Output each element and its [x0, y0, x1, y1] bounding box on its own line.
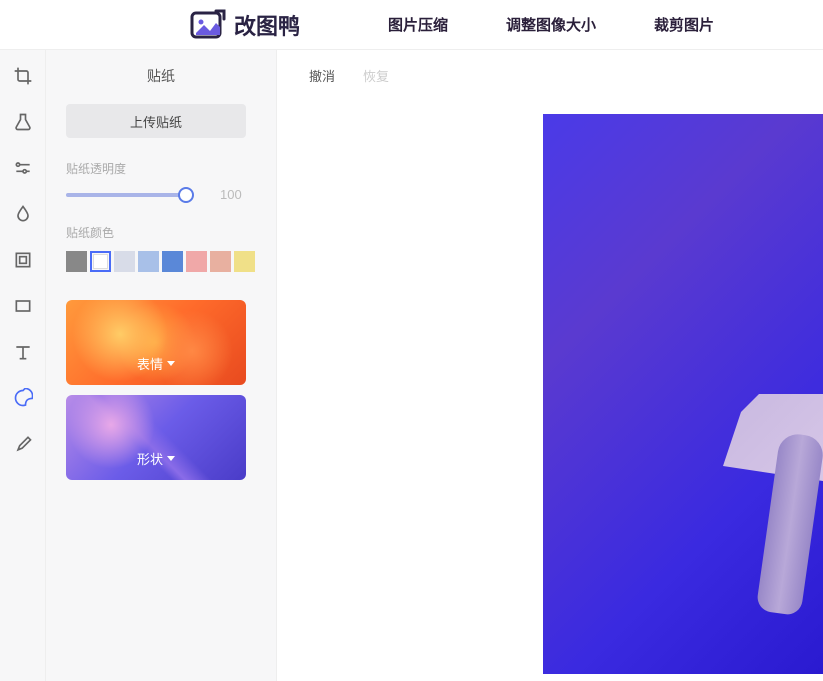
logo-text: 改图鸭 — [234, 9, 300, 41]
frame-tool-icon[interactable] — [13, 250, 33, 270]
nav-resize[interactable]: 调整图像大小 — [506, 14, 596, 35]
text-tool-icon[interactable] — [13, 342, 33, 362]
logo[interactable]: 改图鸭 — [190, 9, 300, 41]
upload-sticker-button[interactable]: 上传贴纸 — [66, 104, 246, 138]
color-swatches — [66, 251, 256, 272]
swatch-yellow[interactable] — [234, 251, 255, 272]
drop-tool-icon[interactable] — [13, 204, 33, 224]
logo-icon — [190, 9, 226, 41]
nav-compress[interactable]: 图片压缩 — [388, 14, 448, 35]
nav-crop[interactable]: 裁剪图片 — [654, 14, 714, 35]
canvas-area: 撤消 恢复 — [277, 50, 823, 681]
chevron-down-icon — [167, 456, 175, 461]
category-emoji[interactable]: 表情 — [66, 300, 246, 385]
sticker-tool-icon[interactable] — [13, 388, 33, 408]
opacity-label: 贴纸透明度 — [66, 160, 256, 177]
swatch-pink[interactable] — [186, 251, 207, 272]
opacity-value: 100 — [220, 187, 242, 202]
slider-thumb[interactable] — [178, 187, 194, 203]
category-shapes-label: 形状 — [137, 449, 163, 468]
color-label: 贴纸颜色 — [66, 224, 256, 241]
tool-toolbar — [0, 50, 46, 681]
swatch-gray[interactable] — [66, 251, 87, 272]
crop-tool-icon[interactable] — [13, 66, 33, 86]
swatch-coral[interactable] — [210, 251, 231, 272]
rect-tool-icon[interactable] — [13, 296, 33, 316]
brush-tool-icon[interactable] — [13, 434, 33, 454]
sticker-sidebar: 贴纸 上传贴纸 贴纸透明度 100 贴纸颜色 表情 形状 — [46, 50, 277, 681]
swatch-lightblue[interactable] — [114, 251, 135, 272]
adjust-tool-icon[interactable] — [13, 158, 33, 178]
canvas-image[interactable] — [543, 114, 823, 674]
flask-tool-icon[interactable] — [13, 112, 33, 132]
chevron-down-icon — [167, 361, 175, 366]
category-emoji-label: 表情 — [137, 354, 163, 373]
category-shapes[interactable]: 形状 — [66, 395, 246, 480]
undo-button[interactable]: 撤消 — [309, 66, 335, 85]
redo-button: 恢复 — [363, 66, 389, 85]
sidebar-title: 贴纸 — [66, 66, 256, 86]
swatch-white[interactable] — [90, 251, 111, 272]
opacity-slider[interactable] — [66, 193, 186, 197]
swatch-blue[interactable] — [162, 251, 183, 272]
swatch-skyblue[interactable] — [138, 251, 159, 272]
